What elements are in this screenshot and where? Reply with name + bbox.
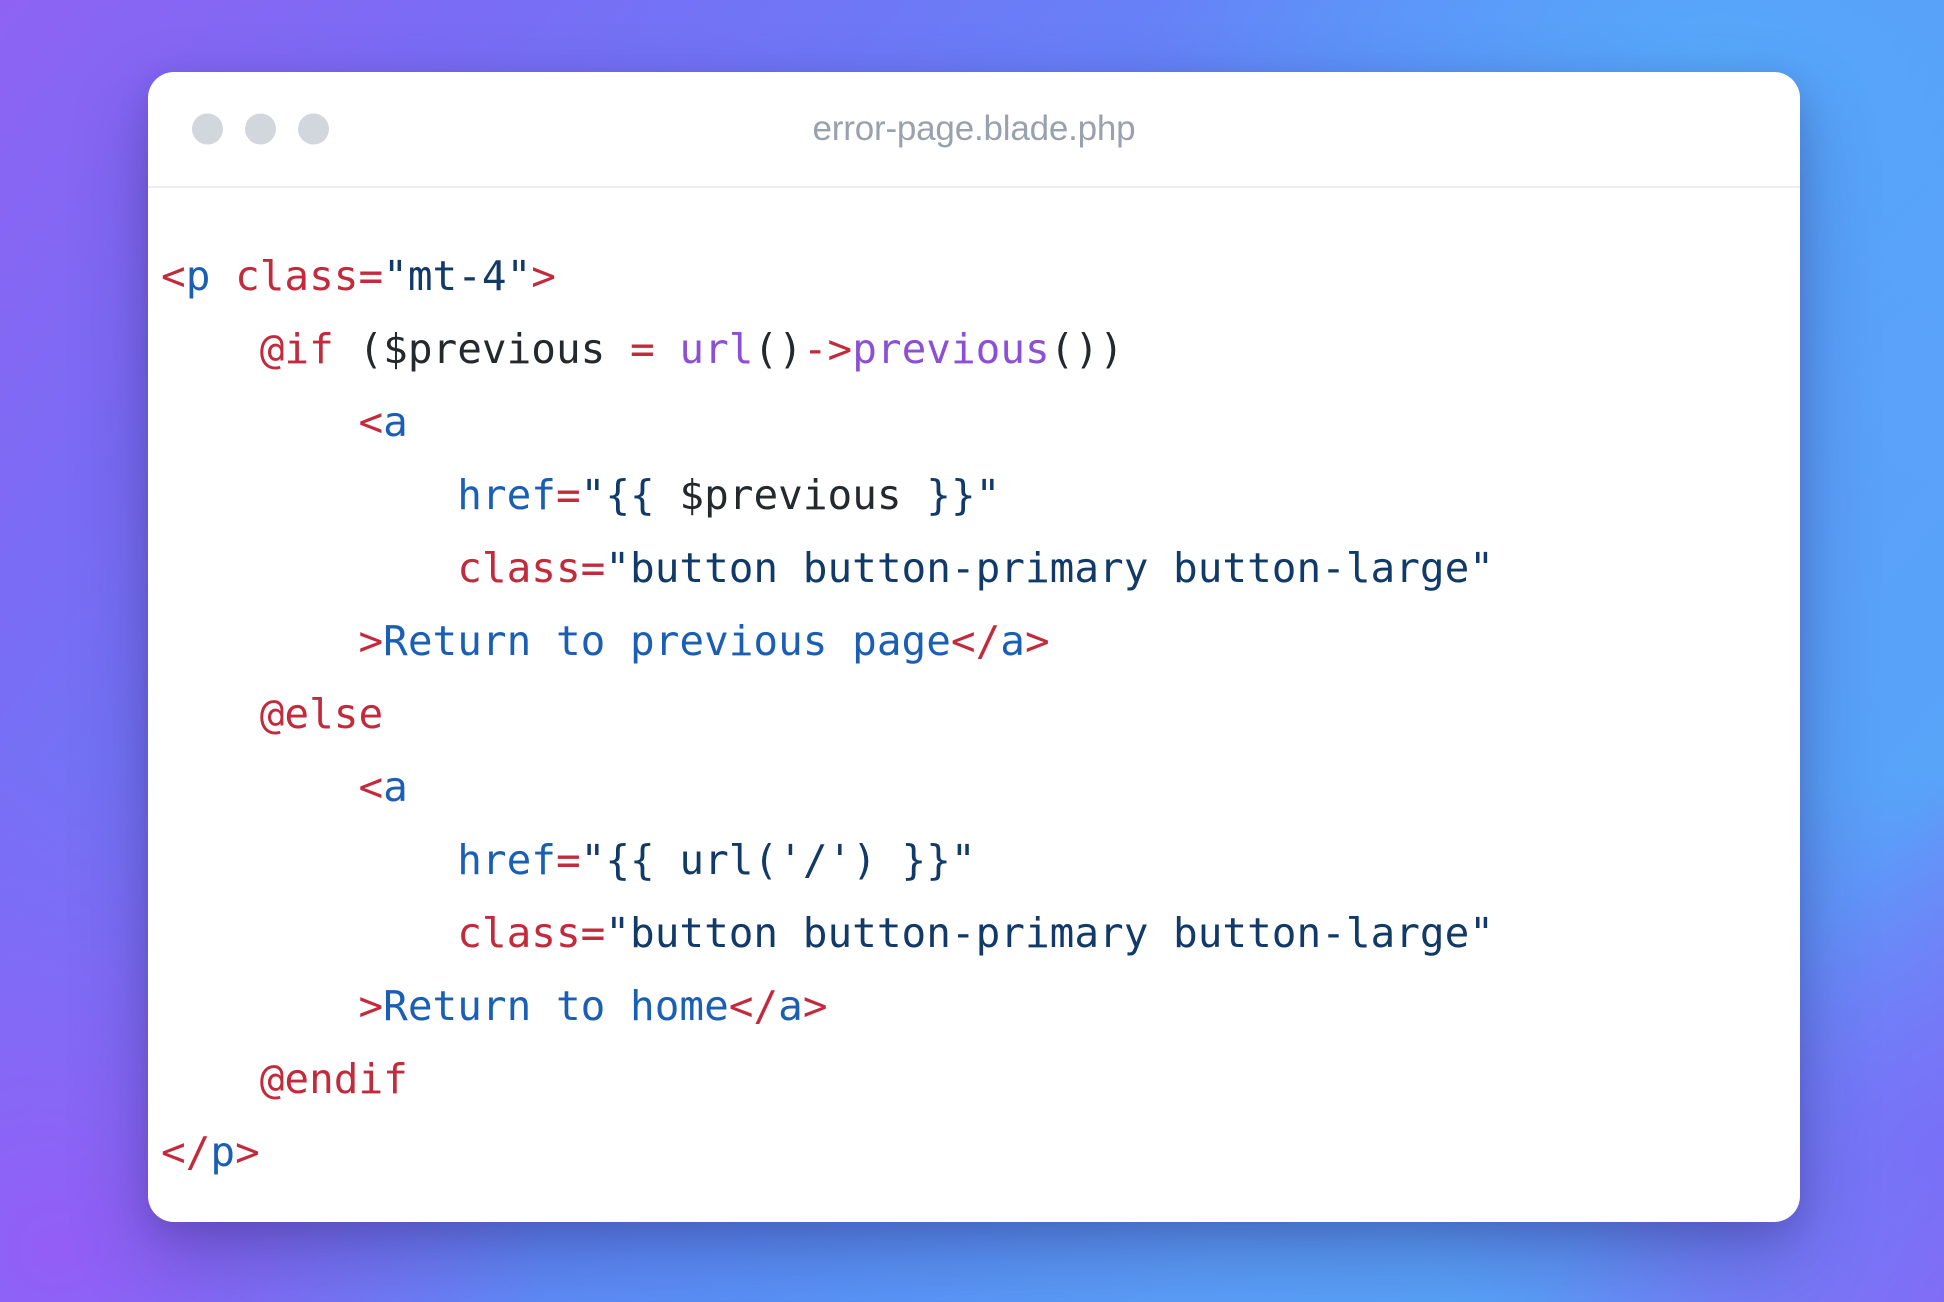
code-token: Return to home bbox=[383, 982, 729, 1030]
code-token: previous bbox=[852, 325, 1050, 373]
code-token: a bbox=[383, 398, 408, 446]
code-line: </p> bbox=[148, 1116, 1800, 1189]
code-window: error-page.blade.php <p class="mt-4"> @i… bbox=[148, 72, 1800, 1222]
code-line: >Return to previous page</a> bbox=[148, 605, 1800, 678]
code-line: >Return to home</a> bbox=[148, 970, 1800, 1043]
code-token: < bbox=[358, 398, 384, 446]
code-token: $previous bbox=[679, 471, 902, 519]
code-token: href bbox=[457, 471, 556, 519]
code-token: "{{ bbox=[580, 471, 680, 519]
code-token: > bbox=[802, 982, 828, 1030]
code-token: p bbox=[210, 1128, 236, 1176]
code-token: a bbox=[778, 982, 803, 1030]
code-token: = bbox=[555, 836, 581, 884]
code-editor[interactable]: <p class="mt-4"> @if ($previous = url()-… bbox=[148, 188, 1800, 1189]
code-token: href bbox=[457, 836, 556, 884]
code-token: "mt-4" bbox=[383, 252, 532, 300]
code-line: <a bbox=[148, 386, 1800, 459]
code-token: = bbox=[630, 325, 655, 373]
code-token: < bbox=[358, 763, 384, 811]
code-token: > bbox=[1024, 617, 1050, 665]
code-token: () bbox=[753, 325, 803, 373]
code-token: @else bbox=[259, 690, 384, 738]
code-token: > bbox=[531, 252, 556, 300]
window-titlebar: error-page.blade.php bbox=[148, 72, 1800, 188]
code-token: < bbox=[161, 252, 186, 300]
code-token: @endif bbox=[259, 1055, 408, 1103]
code-token: > bbox=[358, 617, 384, 665]
code-token: </ bbox=[161, 1128, 211, 1176]
code-token: a bbox=[1000, 617, 1025, 665]
code-line: @if ($previous = url()->previous()) bbox=[148, 313, 1800, 386]
code-token: > bbox=[358, 982, 384, 1030]
code-line: @else bbox=[148, 678, 1800, 751]
code-token: class= bbox=[457, 544, 606, 592]
code-line: @endif bbox=[148, 1043, 1800, 1116]
code-token: a bbox=[383, 763, 408, 811]
code-line: <p class="mt-4"> bbox=[148, 240, 1800, 313]
code-token: ()) bbox=[1049, 325, 1124, 373]
code-token: class= bbox=[457, 909, 606, 957]
code-token: @if bbox=[259, 325, 334, 373]
code-line: class="button button-primary button-larg… bbox=[148, 532, 1800, 605]
code-token: "button button-primary button-large" bbox=[605, 544, 1494, 592]
code-token: </ bbox=[950, 617, 1001, 665]
code-token: "{{ url('/') }}" bbox=[580, 836, 976, 884]
code-line: class="button button-primary button-larg… bbox=[148, 897, 1800, 970]
code-token: </ bbox=[728, 982, 779, 1030]
code-line: <a bbox=[148, 751, 1800, 824]
code-token: "button button-primary button-large" bbox=[605, 909, 1494, 957]
code-token: p bbox=[185, 252, 211, 300]
code-token: Return to previous page bbox=[383, 617, 951, 665]
code-token: -> bbox=[802, 325, 853, 373]
code-line: href="{{ url('/') }}" bbox=[148, 824, 1800, 897]
code-token: }}" bbox=[901, 471, 1001, 519]
code-token: class= bbox=[235, 252, 384, 300]
code-token: = bbox=[555, 471, 581, 519]
code-line: href="{{ $previous }}" bbox=[148, 459, 1800, 532]
window-title: error-page.blade.php bbox=[812, 109, 1136, 148]
code-token: > bbox=[235, 1128, 260, 1176]
code-token: ($previous bbox=[333, 325, 631, 373]
code-token: url bbox=[679, 325, 754, 373]
